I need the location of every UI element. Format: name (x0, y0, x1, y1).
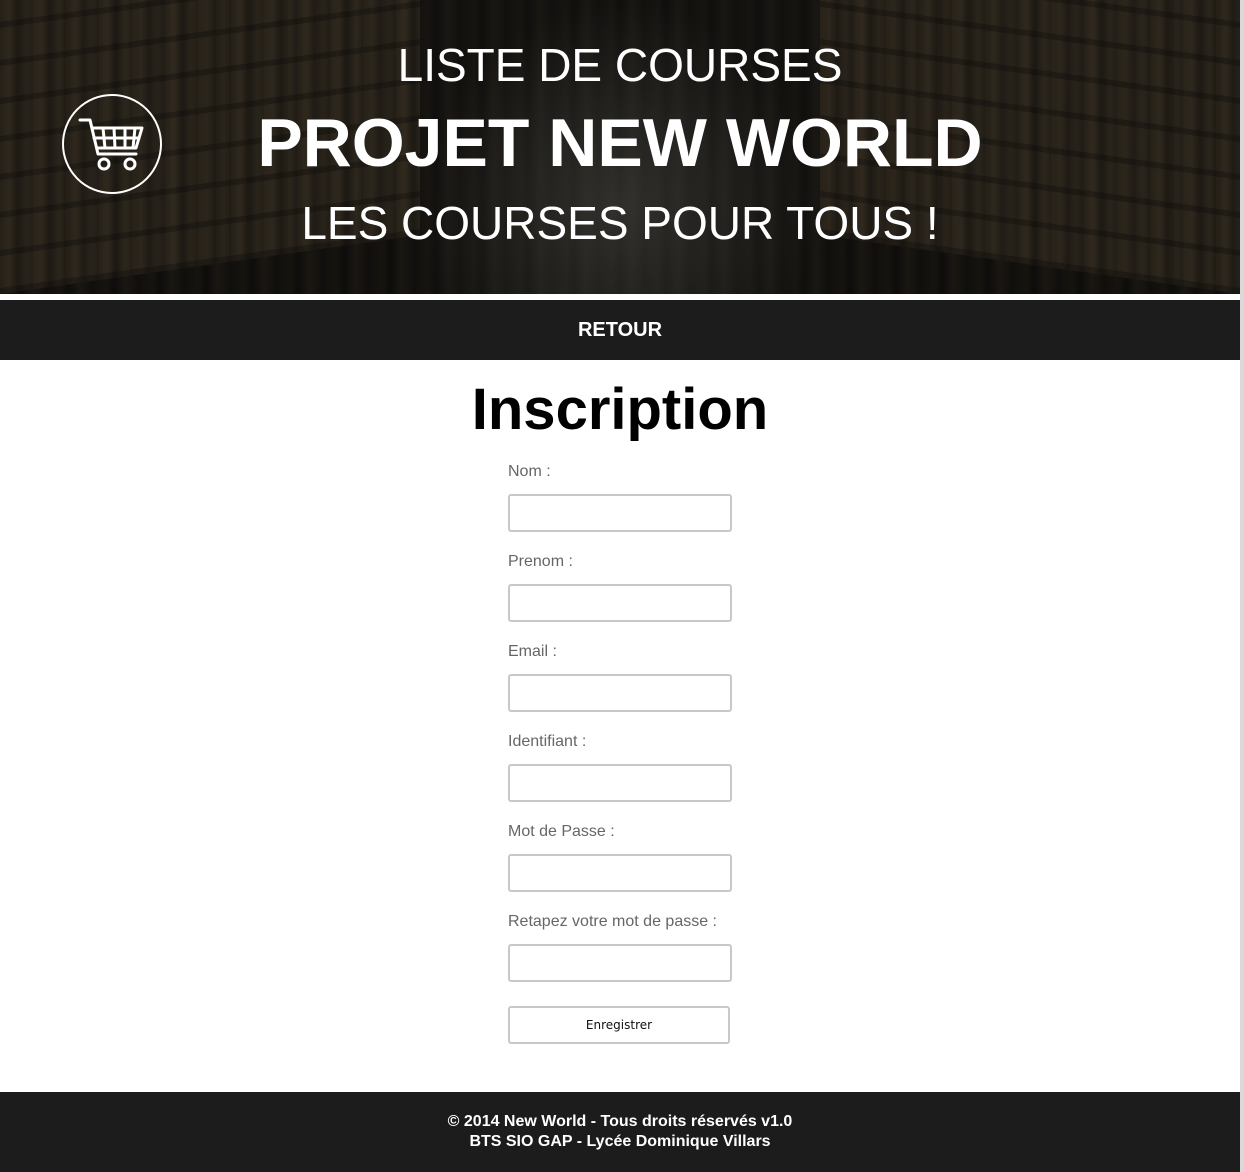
field-email: Email : (508, 642, 738, 732)
field-password-confirm: Retapez votre mot de passe : (508, 912, 738, 1002)
password-input[interactable] (508, 854, 732, 892)
nom-input[interactable] (508, 494, 732, 532)
prenom-input[interactable] (508, 584, 732, 622)
register-button[interactable]: Enregistrer (508, 1006, 730, 1044)
email-input[interactable] (508, 674, 732, 712)
field-label: Retapez votre mot de passe : (508, 913, 717, 930)
footer-school: BTS SIO GAP - Lycée Dominique Villars (469, 1133, 771, 1150)
window-edge (1240, 0, 1244, 1172)
footer-copyright: © 2014 New World - Tous droits réservés … (447, 1113, 793, 1130)
site-title: PROJET NEW WORLD (257, 105, 983, 181)
header-tagline: LES COURSES POUR TOUS ! (301, 197, 939, 249)
password-confirm-input[interactable] (508, 944, 732, 982)
field-label: Prenom : (508, 553, 573, 570)
header-subtitle-top: LISTE DE COURSES (397, 39, 843, 91)
identifiant-input[interactable] (508, 764, 732, 802)
nav-bar: RETOUR (0, 300, 1240, 360)
back-link[interactable]: RETOUR (578, 319, 662, 342)
page-title: Inscription (471, 377, 769, 442)
field-label: Email : (508, 643, 557, 660)
header-hero: LISTE DE COURSES PROJET NEW WORLD LES CO… (0, 0, 1240, 294)
registration-form: Nom : Prenom : Email : Identifiant : Mot… (508, 462, 738, 1044)
field-password: Mot de Passe : (508, 822, 738, 912)
field-identifiant: Identifiant : (508, 732, 738, 822)
field-label: Mot de Passe : (508, 823, 615, 840)
field-label: Nom : (508, 463, 551, 480)
field-nom: Nom : (508, 462, 738, 552)
footer: © 2014 New World - Tous droits réservés … (0, 1092, 1240, 1172)
field-label: Identifiant : (508, 733, 587, 750)
field-prenom: Prenom : (508, 552, 738, 642)
